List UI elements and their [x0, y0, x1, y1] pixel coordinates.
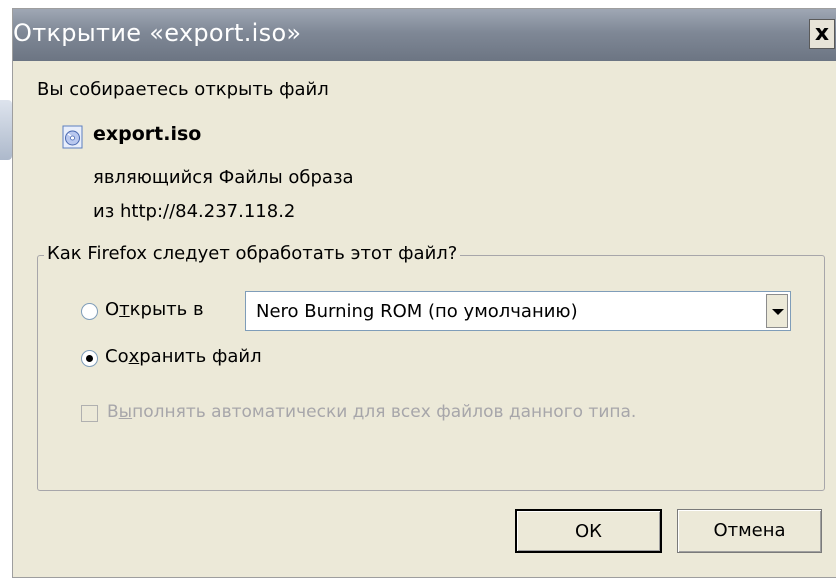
dialog-titlebar[interactable]: Открытие «export.iso» x	[13, 9, 836, 61]
save-file-radio[interactable]	[81, 350, 98, 367]
cancel-button[interactable]: Отмена	[677, 509, 822, 553]
open-with-label-post: крыть в	[129, 299, 204, 320]
ok-button[interactable]: ОК	[515, 509, 662, 553]
groupbox-legend: Как Firefox следует обработать этот файл…	[44, 243, 461, 264]
application-select-value: Nero Burning ROM (по умолчанию)	[256, 301, 578, 322]
disc-image-file-icon	[62, 125, 83, 149]
open-with-label-accesskey: т	[119, 299, 130, 320]
intro-text: Вы собираетесь открыть файл	[37, 79, 329, 100]
open-file-dialog: Открытие «export.iso» x Вы собираетесь о…	[12, 8, 836, 578]
save-file-label[interactable]: Сохранить файл	[105, 346, 262, 367]
auto-action-label-post: полнять автоматически для всех файлов да…	[132, 402, 637, 422]
file-source-text: из http://84.237.118.2	[93, 201, 296, 222]
save-file-label-accesskey: х	[128, 346, 140, 367]
chevron-down-icon[interactable]	[766, 294, 788, 328]
auto-action-label-accesskey: ы	[118, 402, 133, 422]
desktop-background	[0, 0, 12, 571]
file-name: export.iso	[93, 123, 202, 145]
open-with-radio[interactable]	[81, 303, 98, 320]
auto-action-label-pre: В	[107, 402, 119, 422]
application-select[interactable]: Nero Burning ROM (по умолчанию)	[245, 291, 791, 331]
open-with-label-pre: О	[105, 299, 120, 320]
auto-action-label[interactable]: Выполнять автоматически для всех файлов …	[107, 402, 636, 422]
file-type-text: являющийся Файлы образа	[93, 167, 354, 188]
open-with-label[interactable]: Открыть в	[105, 299, 204, 320]
desktop-icon-fragment	[0, 100, 12, 160]
auto-action-checkbox[interactable]	[81, 405, 98, 422]
save-file-label-pre: Со	[105, 346, 129, 367]
close-button[interactable]: x	[809, 19, 835, 49]
dialog-title: Открытие «export.iso»	[13, 19, 302, 47]
save-file-label-post: ранить файл	[139, 346, 262, 367]
close-icon: x	[814, 21, 830, 46]
